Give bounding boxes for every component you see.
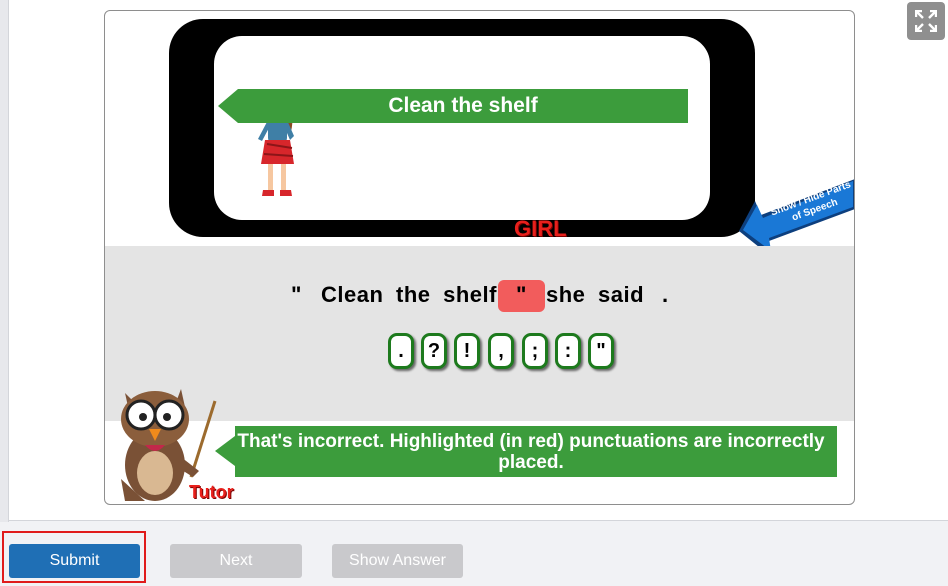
punctuation-option[interactable]: . [388, 333, 414, 369]
submit-button[interactable]: Submit [9, 544, 140, 578]
arrow-sentence-text: Clean the shelf [388, 94, 538, 117]
punctuation-option[interactable]: : [555, 333, 581, 369]
feedback-banner: That's incorrect. Highlighted (in red) p… [215, 426, 837, 477]
sentence-open-quote: " [291, 282, 302, 307]
sentence-words: Clean the shelf [321, 282, 497, 307]
left-edge-bar [0, 0, 9, 522]
next-button[interactable]: Next [170, 544, 302, 578]
expand-icon [915, 10, 937, 32]
activity-stage: GIRL Clean the shelf Show / Hide Parts o… [104, 10, 855, 505]
picture-frame: GIRL [169, 19, 755, 241]
sentence-misplaced-mark[interactable]: " [516, 282, 527, 308]
punctuation-option[interactable]: " [588, 333, 614, 369]
show-answer-button[interactable]: Show Answer [332, 544, 463, 578]
sentence-end-mark[interactable]: . [662, 282, 669, 308]
punctuation-option[interactable]: ? [421, 333, 447, 369]
picture-screen: GIRL [214, 36, 710, 241]
punctuation-option[interactable]: , [488, 333, 514, 369]
sentence-speaker: she said [546, 282, 645, 307]
fullscreen-button[interactable] [907, 2, 945, 40]
picture-label: GIRL [514, 216, 567, 241]
punctuation-option[interactable]: ! [454, 333, 480, 369]
feedback-text: That's incorrect. Highlighted (in red) p… [237, 431, 825, 473]
punctuation-option[interactable]: ; [522, 333, 548, 369]
tutor-label: Tutor [189, 482, 234, 502]
sentence-arrow: Clean the shelf [218, 89, 688, 123]
